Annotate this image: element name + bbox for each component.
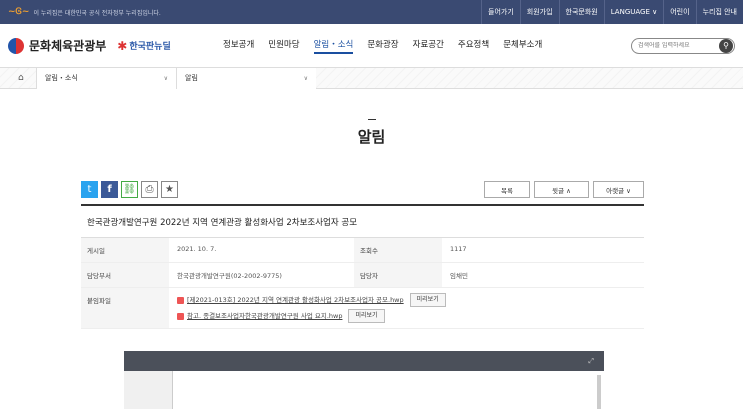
top-link-culture-center[interactable]: 한국문화원 bbox=[558, 0, 604, 24]
nav-petition[interactable]: 민원마당 bbox=[268, 38, 299, 54]
top-link-signup[interactable]: 회원가입 bbox=[519, 0, 559, 24]
logo-text: 문화체육관광부 bbox=[29, 39, 107, 53]
viewer-toolbar: ⤢ bbox=[124, 351, 604, 371]
star-icon: ✱ bbox=[117, 38, 128, 53]
nav-culture[interactable]: 문화광장 bbox=[367, 38, 398, 54]
facebook-icon[interactable]: f bbox=[101, 181, 118, 198]
preview-button[interactable]: 미리보기 bbox=[409, 293, 446, 307]
gov-emblem-icon: ~Ꮆ~ bbox=[8, 7, 30, 17]
files-row: 붙임파일 [제2021-013호] 2022년 지역 연계관광 활성화사업 2차… bbox=[81, 288, 644, 329]
article-toolbar: t f ⛓ ⎙ ★ 목록 윗글 ∧ 아랫글 ∨ bbox=[81, 181, 644, 198]
post-nav-buttons: 목록 윗글 ∧ 아랫글 ∨ bbox=[484, 181, 644, 198]
print-icon[interactable]: ⎙ bbox=[141, 181, 158, 198]
chevron-down-icon: ∨ bbox=[163, 74, 168, 82]
nav-info[interactable]: 정보공개 bbox=[223, 38, 254, 54]
home-icon[interactable]: ⌂ bbox=[18, 73, 36, 83]
top-bar: ~Ꮆ~ 이 누리집은 대한민국 공식 전자정부 누리집입니다. 들어가기 회원가… bbox=[0, 0, 743, 24]
search-box: ⚲ bbox=[631, 37, 735, 54]
page-title-area: 알림 bbox=[0, 119, 743, 147]
preview-button[interactable]: 미리보기 bbox=[348, 309, 385, 323]
chevron-down-icon: ∨ bbox=[303, 74, 308, 82]
nav-policy[interactable]: 주요정책 bbox=[458, 38, 489, 54]
breadcrumb-level1-label: 알림・소식 bbox=[45, 74, 78, 82]
top-link-kids[interactable]: 어린이 bbox=[663, 0, 695, 24]
search-input[interactable] bbox=[638, 42, 718, 49]
new-deal-logo[interactable]: ✱ 한국판뉴딜 bbox=[117, 39, 170, 53]
views-label: 조회수 bbox=[354, 238, 442, 262]
site-logo[interactable]: 문화체육관광부 ✱ 한국판뉴딜 bbox=[8, 37, 203, 54]
date-label: 게시일 bbox=[81, 238, 169, 262]
hwp-file-icon bbox=[177, 312, 184, 320]
date-value: 2021. 10. 7. bbox=[177, 245, 217, 253]
attachment-link[interactable]: [제2021-013호] 2022년 지역 연계관광 활성화사업 2차보조사업자… bbox=[187, 292, 404, 308]
person-label: 담당자 bbox=[354, 263, 442, 287]
taegeuk-icon bbox=[8, 37, 24, 54]
top-link-site-guide[interactable]: 누리집 안내 bbox=[695, 0, 743, 24]
gov-notice: ~Ꮆ~ 이 누리집은 대한민국 공식 전자정부 누리집입니다. bbox=[8, 7, 161, 17]
viewer-page bbox=[172, 371, 604, 409]
share-buttons: t f ⛓ ⎙ ★ bbox=[81, 181, 178, 198]
attachment-item: 참고. 종결보조사업자한국관광개발연구원 사업 요지.hwp 미리보기 bbox=[177, 308, 636, 324]
breadcrumb-level1[interactable]: 알림・소식 ∨ bbox=[36, 67, 176, 89]
title-dash bbox=[367, 119, 376, 120]
breadcrumb-level2-label: 알림 bbox=[185, 74, 198, 82]
person-value: 임채민 bbox=[450, 272, 468, 280]
files-list: [제2021-013호] 2022년 지역 연계관광 활성화사업 2차보조사업자… bbox=[169, 288, 644, 328]
viewer-scrollbar[interactable] bbox=[597, 375, 601, 409]
header: 문화체육관광부 ✱ 한국판뉴딜 정보공개 민원마당 알림・소식 문화광장 자료공… bbox=[0, 24, 743, 68]
list-button[interactable]: 목록 bbox=[484, 181, 530, 198]
twitter-icon[interactable]: t bbox=[81, 181, 98, 198]
hwp-file-icon bbox=[177, 296, 184, 304]
article-title: 한국관광개발연구원 2022년 지역 연계관광 활성화사업 2차보조사업자 공모 bbox=[81, 206, 644, 238]
top-link-login[interactable]: 들어가기 bbox=[481, 0, 520, 24]
prev-post-button[interactable]: 아랫글 ∨ bbox=[593, 181, 644, 198]
favorite-star-icon[interactable]: ★ bbox=[161, 181, 178, 198]
meta-row: 담당부서 한국관광개발연구원(02-2002-9775) 담당자 임채민 bbox=[81, 263, 644, 288]
nav-resources[interactable]: 자료공간 bbox=[413, 38, 444, 54]
link-copy-icon[interactable]: ⛓ bbox=[121, 181, 138, 198]
files-label: 붙임파일 bbox=[81, 288, 169, 328]
breadcrumb-level2[interactable]: 알림 ∨ bbox=[176, 67, 316, 89]
article-board: 한국관광개발연구원 2022년 지역 연계관광 활성화사업 2차보조사업자 공모… bbox=[81, 204, 644, 329]
dept-label: 담당부서 bbox=[81, 263, 169, 287]
new-deal-text: 한국판뉴딜 bbox=[129, 42, 171, 52]
top-links: 들어가기 회원가입 한국문화원 LANGUAGE ∨ 어린이 누리집 안내 bbox=[481, 0, 743, 24]
next-post-button[interactable]: 윗글 ∧ bbox=[534, 181, 589, 198]
attachment-item: [제2021-013호] 2022년 지역 연계관광 활성화사업 2차보조사업자… bbox=[177, 292, 636, 308]
document-viewer: ⤢ bbox=[124, 351, 604, 409]
fullscreen-icon[interactable]: ⤢ bbox=[588, 357, 594, 366]
gov-notice-text: 이 누리집은 대한민국 공식 전자정부 누리집입니다. bbox=[33, 9, 161, 17]
breadcrumb: ⌂ 알림・소식 ∨ 알림 ∨ bbox=[0, 67, 743, 89]
dept-value: 한국관광개발연구원(02-2002-9775) bbox=[177, 272, 282, 280]
meta-row: 게시일 2021. 10. 7. 조회수 1117 bbox=[81, 238, 644, 263]
attachment-link[interactable]: 참고. 종결보조사업자한국관광개발연구원 사업 요지.hwp bbox=[187, 308, 342, 324]
top-link-language[interactable]: LANGUAGE ∨ bbox=[603, 0, 664, 24]
nav-about[interactable]: 문체부소개 bbox=[503, 38, 542, 54]
main-nav: 정보공개 민원마당 알림・소식 문화광장 자료공간 주요정책 문체부소개 bbox=[223, 38, 542, 54]
page-title: 알림 bbox=[357, 128, 386, 146]
views-value: 1117 bbox=[450, 245, 467, 253]
search-icon[interactable]: ⚲ bbox=[719, 38, 733, 53]
nav-news[interactable]: 알림・소식 bbox=[313, 38, 354, 54]
